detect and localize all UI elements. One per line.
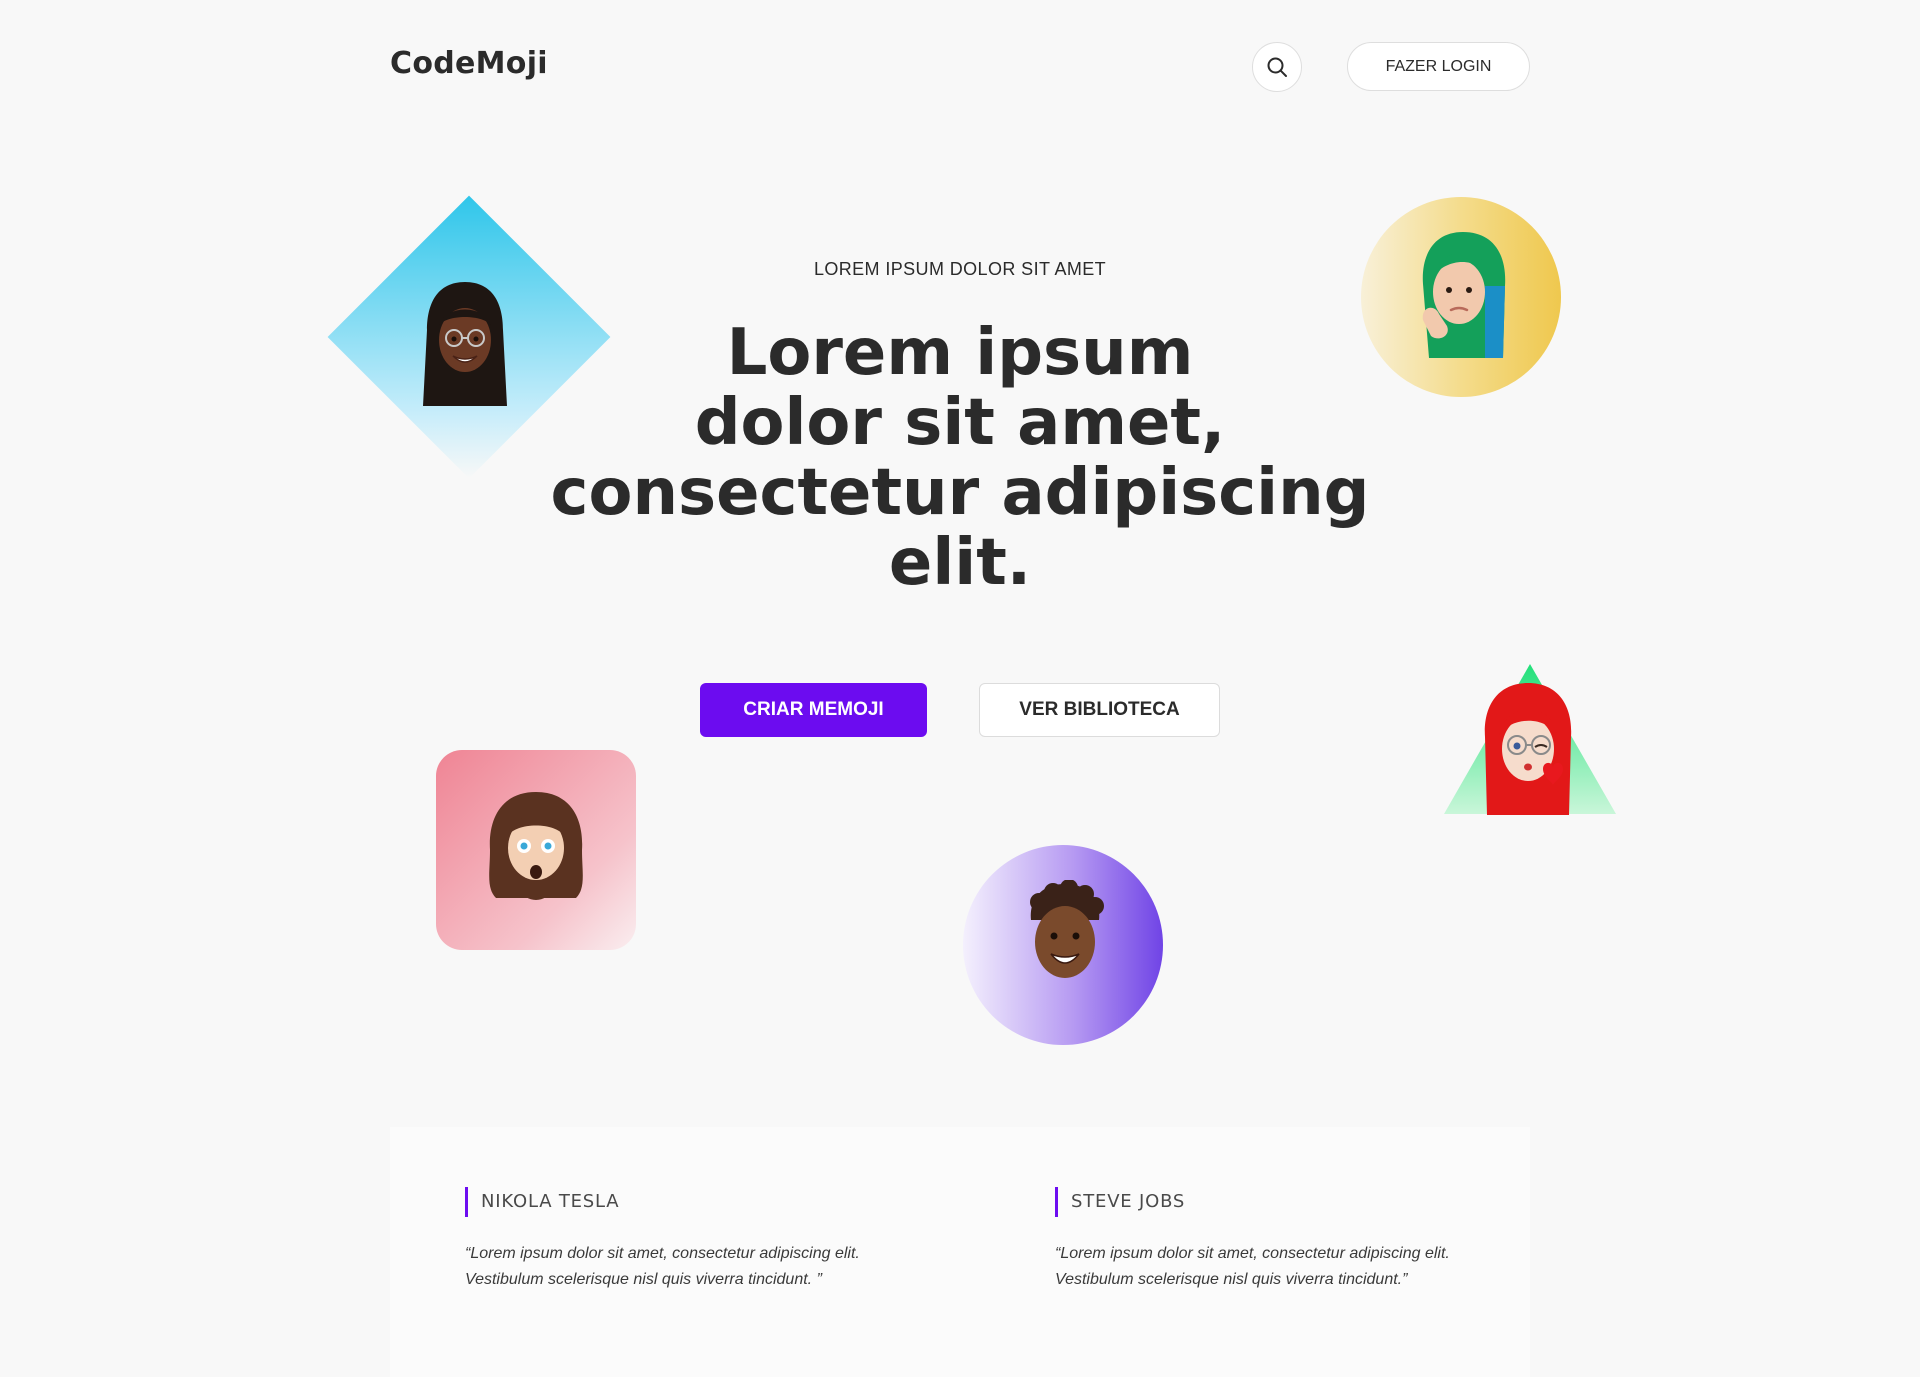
- testimonials-section: NIKOLA TESLA “Lorem ipsum dolor sit amet…: [390, 1127, 1530, 1377]
- avatar-long-brown-hair-beard: [489, 792, 583, 900]
- testimonial-author: STEVE JOBS: [1055, 1187, 1475, 1217]
- login-button[interactable]: FAZER LOGIN: [1347, 42, 1530, 91]
- view-library-button[interactable]: VER BIBLIOTECA: [979, 683, 1220, 737]
- create-memoji-button[interactable]: CRIAR MEMOJI: [700, 683, 927, 737]
- hero-title-line-2: dolor sit amet,: [694, 386, 1226, 460]
- hero-eyebrow: LOREM IPSUM DOLOR SIT AMET: [813, 259, 1107, 279]
- hero-title-line-3: consectetur adipiscing: [550, 456, 1370, 530]
- testimonial-quote: “Lorem ipsum dolor sit amet, consectetur…: [465, 1245, 860, 1288]
- avatar-red-hair-kiss: [1484, 683, 1572, 815]
- logo[interactable]: CodeMoji: [390, 46, 548, 81]
- hero-title-line-4: elit.: [888, 526, 1032, 600]
- hero-title: Lorem ipsum dolor sit amet, consectetur …: [460, 318, 1460, 598]
- testimonial-card: NIKOLA TESLA “Lorem ipsum dolor sit amet…: [465, 1187, 885, 1293]
- landing-page: CodeMoji FAZER LOGIN LOREM IPSUM DOLOR S…: [0, 0, 1920, 1377]
- search-icon: [1267, 57, 1287, 77]
- testimonial-card: STEVE JOBS “Lorem ipsum dolor sit amet, …: [1055, 1187, 1475, 1293]
- testimonial-quote: “Lorem ipsum dolor sit amet, consectetur…: [1055, 1245, 1450, 1288]
- testimonial-author: NIKOLA TESLA: [465, 1187, 885, 1217]
- avatar-curly-hair-smile: [1030, 880, 1104, 978]
- hero-title-line-1: Lorem ipsum: [726, 316, 1194, 390]
- search-button[interactable]: [1252, 42, 1302, 92]
